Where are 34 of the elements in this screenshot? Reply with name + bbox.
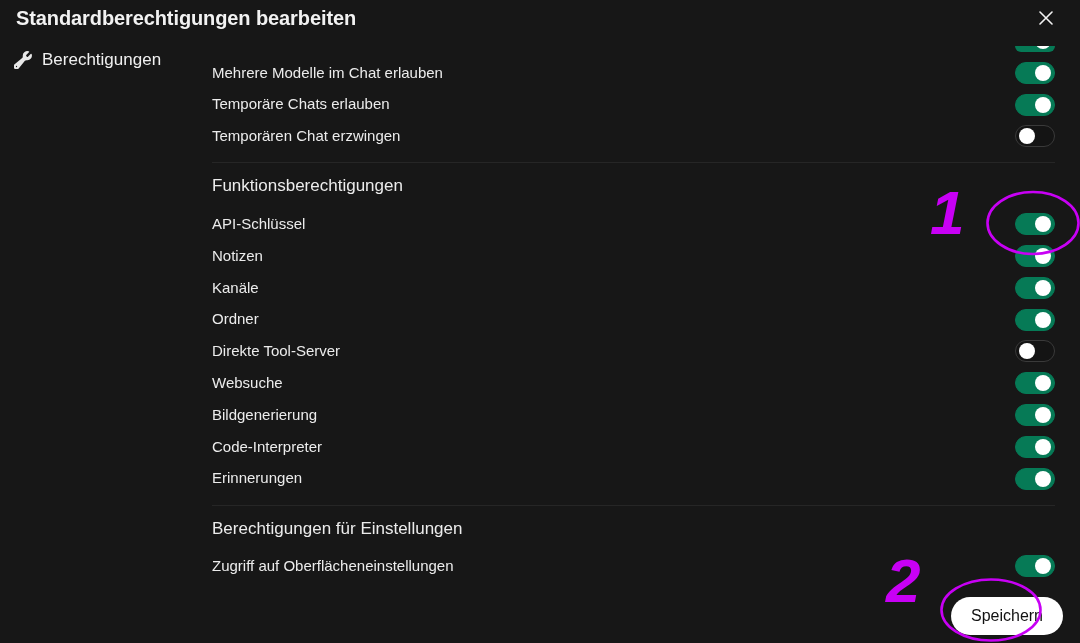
toggle-switch[interactable]: [1015, 308, 1055, 331]
permission-label: Mehrere Modelle im Chat erlauben: [212, 62, 443, 83]
section-heading: Berechtigungen für Einstellungen: [212, 517, 464, 540]
toggle-switch[interactable]: [1015, 372, 1055, 395]
toggle-switch[interactable]: [1015, 555, 1055, 578]
permission-label: Bildgenerierung: [212, 404, 318, 425]
permission-label: Zugriff auf Oberflächeneinstellungen: [212, 556, 454, 577]
permission-label: API-Schlüssel: [212, 214, 306, 235]
close-button[interactable]: [1039, 11, 1053, 25]
annotation-number: 2: [886, 550, 921, 612]
permission-label: Websuche: [212, 373, 283, 393]
toggle-switch[interactable]: [1015, 340, 1055, 363]
permission-label: Temporären Chat erzwingen: [212, 126, 401, 147]
dialog-title: Standardberechtigungen bearbeiten: [16, 6, 357, 31]
toggle-switch[interactable]: [1015, 435, 1055, 458]
permission-label: Notizen: [212, 245, 263, 266]
permission-label: Erinnerungen: [212, 468, 303, 489]
permission-label: Code-Interpreter: [212, 436, 323, 457]
permission-label: Ordner: [212, 309, 259, 330]
toggle-switch[interactable]: [1015, 125, 1055, 148]
toggle-switch[interactable]: [1015, 93, 1055, 116]
permission-label: Direkte Tool-Server: [212, 341, 341, 362]
toggle-switch[interactable]: [1015, 276, 1055, 299]
permission-label: Temporäre Chats erlauben: [212, 94, 390, 115]
toggle-switch[interactable]: [1015, 467, 1055, 490]
section-heading: Funktionsberechtigungen: [212, 175, 404, 198]
toggle-switch[interactable]: [1015, 213, 1055, 236]
toggle-switch[interactable]: [1015, 61, 1055, 84]
toggle-switch[interactable]: [1015, 404, 1055, 427]
annotation-number: 1: [930, 182, 965, 244]
sidebar-item[interactable]: Berechtigungen: [42, 48, 162, 72]
permission-label: Kanäle: [212, 277, 259, 298]
toggle-switch[interactable]: [1015, 46, 1055, 52]
wrench-icon: [14, 51, 32, 69]
